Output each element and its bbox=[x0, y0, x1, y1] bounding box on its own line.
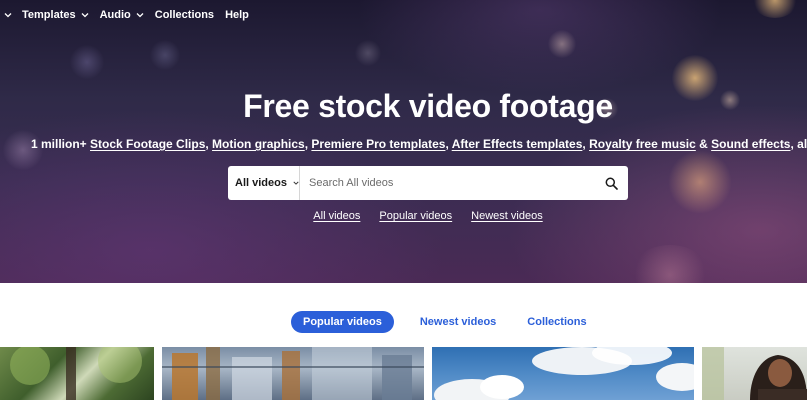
bokeh-light bbox=[548, 30, 576, 58]
link-premiere-pro[interactable]: Premiere Pro templates bbox=[311, 137, 445, 151]
video-thumbnail[interactable] bbox=[162, 347, 424, 400]
link-stock-footage[interactable]: Stock Footage Clips bbox=[90, 137, 205, 151]
bokeh-light bbox=[150, 40, 180, 70]
nav-item-label: Collections bbox=[154, 9, 215, 21]
thumbnail-image bbox=[702, 347, 807, 400]
link-royalty-free-music[interactable]: Royalty free music bbox=[589, 137, 696, 151]
chevron-down-icon bbox=[136, 13, 144, 18]
nav-item-help[interactable]: Help bbox=[225, 9, 249, 21]
search-bar: All videos bbox=[228, 166, 628, 200]
quick-links: All videos Popular videos Newest videos bbox=[0, 210, 807, 222]
link-sound-effects[interactable]: Sound effects bbox=[711, 137, 790, 151]
bokeh-light bbox=[752, 0, 798, 18]
ampersand: & bbox=[695, 137, 712, 151]
quicklink-newest-videos[interactable]: Newest videos bbox=[471, 210, 543, 222]
link-motion-graphics[interactable]: Motion graphics bbox=[212, 137, 305, 151]
nav-item-collections[interactable]: Collections bbox=[155, 9, 214, 21]
quicklink-all-videos[interactable]: All videos bbox=[313, 210, 360, 222]
video-tabs: Popular videos Newest videos Collections bbox=[291, 311, 599, 333]
link-after-effects[interactable]: After Effects templates bbox=[452, 137, 583, 151]
hero-subtitle: 1 million+ Stock Footage Clips, Motion g… bbox=[31, 137, 807, 151]
chevron-down-icon bbox=[81, 13, 89, 18]
thumbnail-image bbox=[10, 347, 142, 400]
top-nav: Templates Audio Collections Help bbox=[0, 0, 260, 30]
search-category-label: All videos bbox=[235, 177, 287, 189]
video-thumbnail[interactable] bbox=[432, 347, 694, 400]
video-thumbnail[interactable] bbox=[702, 347, 807, 400]
quicklink-popular-videos[interactable]: Popular videos bbox=[379, 210, 452, 222]
bokeh-light bbox=[668, 150, 732, 214]
nav-item-label: Help bbox=[225, 9, 249, 21]
search-input[interactable] bbox=[300, 166, 594, 200]
bokeh-light bbox=[70, 45, 104, 79]
nav-item-label: Audio bbox=[99, 9, 131, 21]
nav-item-label: Templates bbox=[22, 9, 76, 21]
bokeh-light bbox=[355, 40, 381, 66]
subtitle-prefix: 1 million+ bbox=[31, 137, 91, 151]
page-title: Free stock video footage bbox=[243, 88, 613, 124]
tab-collections[interactable]: Collections bbox=[515, 311, 598, 333]
video-thumbnail[interactable] bbox=[0, 347, 154, 400]
tab-popular-videos[interactable]: Popular videos bbox=[291, 311, 394, 333]
search-button[interactable] bbox=[594, 166, 628, 200]
tab-newest-videos[interactable]: Newest videos bbox=[408, 311, 508, 333]
chevron-down-icon[interactable] bbox=[4, 12, 12, 18]
subtitle-suffix: , all at your fingert bbox=[790, 137, 807, 151]
nav-item-templates[interactable]: Templates bbox=[22, 9, 89, 21]
bokeh-light bbox=[630, 245, 710, 283]
nav-item-audio[interactable]: Audio bbox=[100, 9, 144, 21]
search-icon bbox=[605, 177, 618, 190]
search-category-select[interactable]: All videos bbox=[228, 166, 300, 200]
chevron-down-icon bbox=[293, 181, 299, 185]
thumbnail-image bbox=[434, 347, 694, 400]
thumbnail-image bbox=[162, 347, 424, 400]
hero-banner: Templates Audio Collections Help Free st… bbox=[0, 0, 807, 283]
